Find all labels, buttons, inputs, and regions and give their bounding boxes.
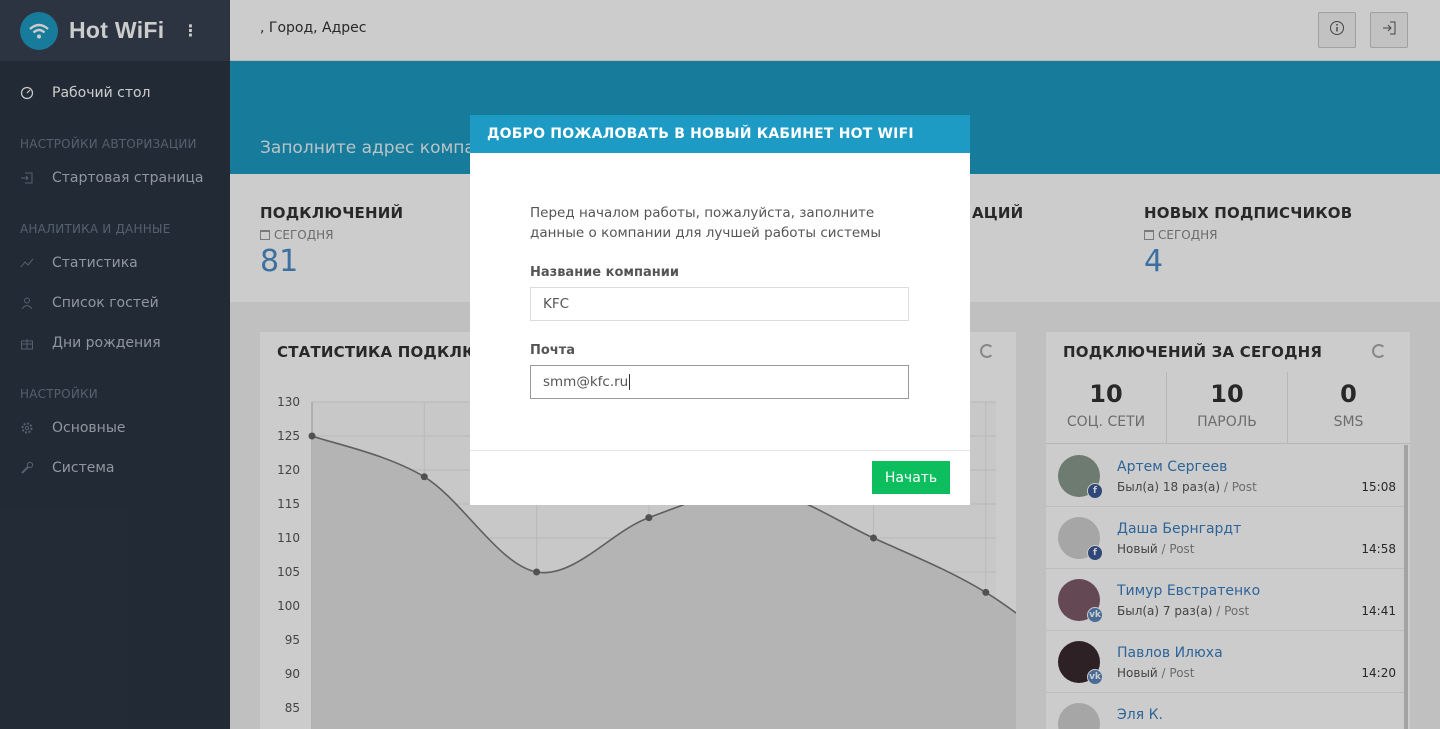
company-name-label: Название компании xyxy=(530,265,679,280)
welcome-modal: ДОБРО ПОЖАЛОВАТЬ В НОВЫЙ КАБИНЕТ HOT WIF… xyxy=(470,115,970,505)
company-name-input[interactable]: KFC xyxy=(530,287,909,321)
modal-title: ДОБРО ПОЖАЛОВАТЬ В НОВЫЙ КАБИНЕТ HOT WIF… xyxy=(470,115,970,153)
email-value: smm@kfc.ru xyxy=(543,374,629,390)
text-cursor xyxy=(629,374,631,390)
modal-intro: Перед началом работы, пожалуйста, заполн… xyxy=(530,205,881,241)
email-label: Почта xyxy=(530,343,576,358)
email-input[interactable]: smm@kfc.ru xyxy=(530,365,909,399)
modal-footer xyxy=(470,450,970,451)
start-button[interactable]: Начать xyxy=(872,461,950,494)
